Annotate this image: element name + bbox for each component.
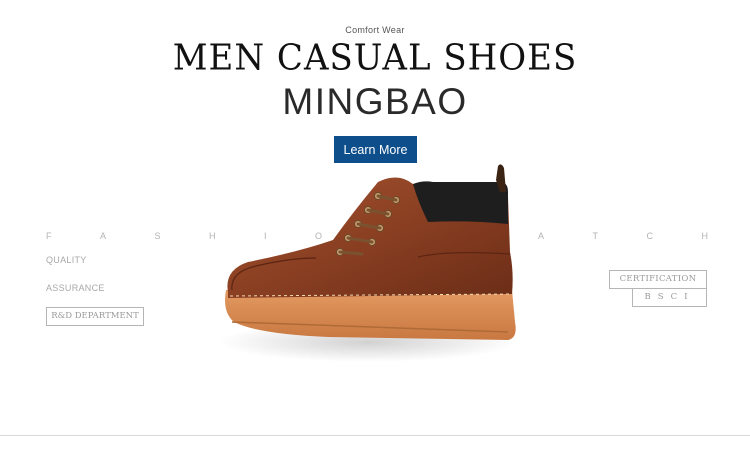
letter: A: [538, 231, 545, 241]
letter: H: [208, 231, 216, 241]
quality-label: QUALITY: [46, 255, 87, 265]
letter: T: [592, 231, 599, 241]
letter: C: [646, 231, 653, 241]
brand-name: MINGBAO: [282, 81, 468, 122]
rd-department-box: R&D DEPARTMENT: [46, 307, 144, 326]
watch-letters: A T C H: [538, 231, 708, 241]
letter: A: [99, 231, 106, 241]
assurance-label: ASSURANCE: [46, 283, 105, 293]
letter: S: [154, 231, 161, 241]
hero-title: MEN CASUAL SHOES: [172, 37, 578, 79]
certification-box: CERTIFICATION: [609, 270, 707, 289]
letter: F: [46, 231, 52, 241]
bsci-box: BSCI: [632, 289, 707, 307]
hero-eyebrow: Comfort Wear: [345, 25, 405, 35]
letter: H: [701, 231, 708, 241]
boot-image: [218, 164, 518, 362]
learn-more-button[interactable]: Learn More: [334, 136, 417, 163]
section-divider: [0, 435, 750, 436]
